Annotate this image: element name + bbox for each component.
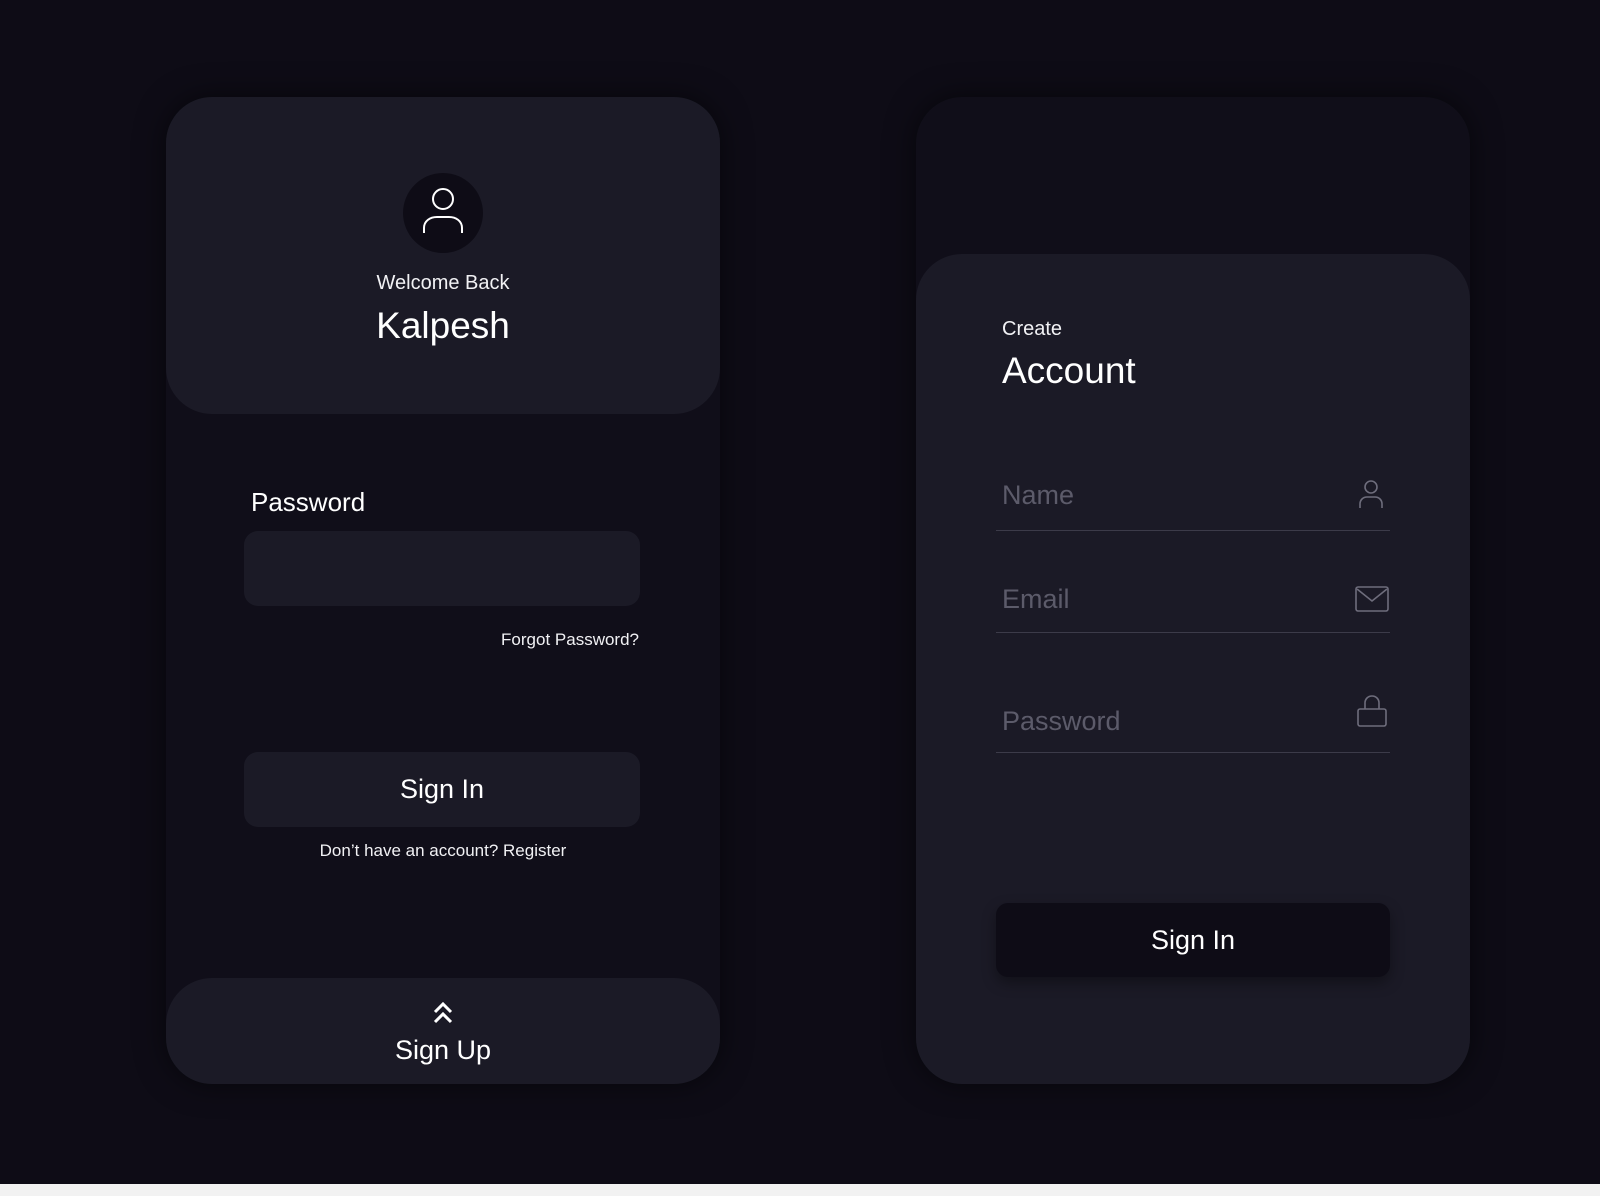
password-label: Password <box>251 487 366 517</box>
register-prompt: Don’t have an account? Register <box>166 841 720 861</box>
welcome-text: Welcome Back <box>376 272 510 294</box>
sign-up-toggle[interactable]: Sign Up <box>166 978 720 1084</box>
heading-create: Create <box>1002 318 1063 340</box>
create-account-sign-in-button[interactable]: Sign In <box>996 903 1390 977</box>
register-prompt-text: Don’t have an account? <box>319 841 499 860</box>
forgot-password-link[interactable]: Forgot Password? <box>501 630 639 650</box>
email-field[interactable]: Email <box>996 574 1390 633</box>
double-chevron-up-icon <box>433 1001 453 1024</box>
signin-screen: Welcome Back Kalpesh Password Forgot Pas… <box>166 97 720 1084</box>
email-placeholder: Email <box>1002 584 1070 614</box>
password-field[interactable]: Password <box>996 690 1390 753</box>
register-link[interactable]: Register <box>503 841 566 860</box>
username-title: Kalpesh <box>376 305 510 346</box>
mail-icon <box>1355 586 1389 612</box>
create-account-form: Create Account Name Email Password Sign … <box>916 254 1470 1084</box>
password-input[interactable] <box>244 531 640 606</box>
user-icon <box>423 188 463 233</box>
name-field[interactable]: Name <box>996 470 1390 531</box>
welcome-header: Welcome Back Kalpesh <box>166 97 720 414</box>
lock-icon <box>1357 695 1387 727</box>
user-icon <box>1359 480 1383 508</box>
sign-up-label: Sign Up <box>394 1035 492 1065</box>
name-placeholder: Name <box>1002 480 1075 510</box>
avatar <box>403 173 483 253</box>
bottom-edge <box>0 1184 1600 1196</box>
password-placeholder: Password <box>1002 706 1121 736</box>
heading-account: Account <box>1002 350 1136 391</box>
create-account-screen: Create Account Name Email Password Sign … <box>916 97 1470 1084</box>
sign-in-button[interactable]: Sign In <box>244 752 640 827</box>
